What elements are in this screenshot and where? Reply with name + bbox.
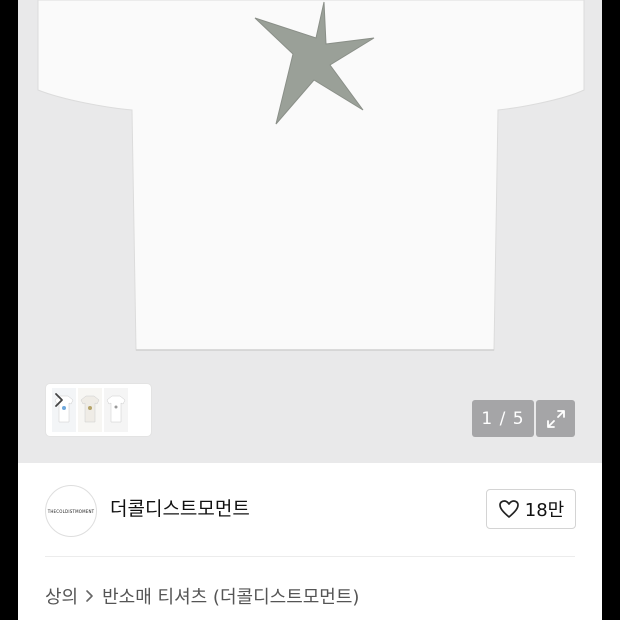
breadcrumb-category[interactable]: 상의 [45, 583, 78, 609]
breadcrumb: 상의 반소매 티셔츠 (더콜디스트모먼트) [45, 583, 359, 609]
chevron-right-icon [86, 590, 93, 602]
brand-logo[interactable]: THECOLDISTMOMENT [45, 485, 97, 537]
brand-logo-text: THECOLDISTMOMENT [47, 508, 95, 514]
product-page: 1 / 5 THECOLDISTMOMENT 더콜디스트모먼트 18만 상의 반… [18, 0, 602, 620]
brand-name[interactable]: 더콜디스트모먼트 [110, 494, 250, 521]
thumbnail-strip[interactable] [46, 384, 151, 436]
expand-arrows-icon [546, 409, 565, 428]
heart-outline-icon [498, 500, 519, 518]
breadcrumb-product[interactable]: 반소매 티셔츠 (더콜디스트모먼트) [102, 583, 359, 609]
chevron-right-icon[interactable] [52, 388, 66, 412]
brand-row: THECOLDISTMOMENT 더콜디스트모먼트 18만 [18, 463, 602, 557]
image-counter: 1 / 5 [472, 400, 534, 437]
like-count: 18만 [524, 500, 565, 521]
product-gallery[interactable]: 1 / 5 [18, 0, 602, 463]
divider [45, 556, 575, 557]
expand-image-button[interactable] [536, 400, 575, 437]
like-button[interactable]: 18만 [486, 489, 576, 529]
